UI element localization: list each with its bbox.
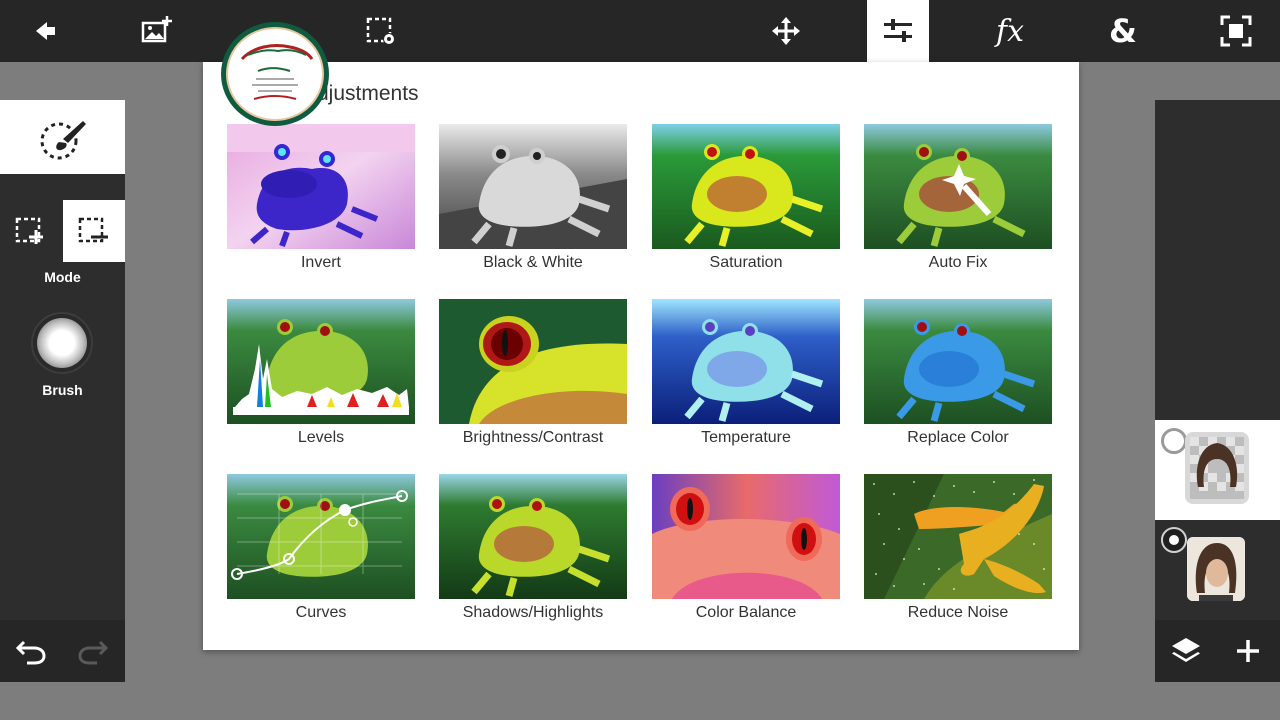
watermark-seal [221,22,329,126]
adjustments-dialog: Adjustments Invert Black & White Saturat… [203,62,1079,650]
adjustment-label: Color Balance [695,604,797,621]
history-controls [0,620,125,682]
adjustment-label: Invert [300,254,341,271]
shadows-highlights-thumbnail [439,474,627,599]
subtract-selection-mode-button[interactable] [63,200,125,262]
layer-1-radio[interactable] [1161,428,1187,454]
layer-1-thumbnail [1185,432,1249,504]
subtract-selection-icon [78,217,108,243]
adjustment-levels[interactable]: Levels [227,299,415,447]
adjustment-curves[interactable]: Curves [227,474,415,622]
adjustment-label: Saturation [709,254,783,271]
adjustment-brightness-contrast[interactable]: Brightness/Contrast [439,299,627,447]
temperature-thumbnail [652,299,840,424]
layers-button[interactable] [1155,620,1217,682]
adjustment-shadows-highlights[interactable]: Shadows/Highlights [439,474,627,622]
saturation-thumbnail [652,124,840,249]
effects-button[interactable]: fx [979,0,1041,62]
reduce-noise-thumbnail [864,474,1052,599]
adjustment-color-balance[interactable]: Color Balance [652,474,840,622]
brightness-contrast-thumbnail [439,299,627,424]
layers-icon [1172,638,1200,662]
ampersand-icon: & [1109,12,1137,50]
adjustment-label: Auto Fix [928,254,988,271]
add-selection-icon [15,217,43,244]
add-image-icon [141,16,172,43]
black-white-thumbnail [439,124,627,249]
adjustment-label: Reduce Noise [907,604,1009,621]
fit-screen-icon [1220,15,1252,47]
brush-size-button[interactable] [31,312,93,374]
adjustment-label: Black & White [483,254,583,271]
watermark-logo-icon [240,44,314,100]
blend-button[interactable]: & [1092,0,1154,62]
layer-2-item[interactable] [1155,525,1280,620]
mode-label: Mode [44,269,81,285]
selection-brush-icon [40,121,86,160]
adjustment-saturation[interactable]: Saturation [652,124,840,272]
adjustment-reduce-noise[interactable]: Reduce Noise [864,474,1052,622]
undo-icon [15,640,46,665]
left-tool-panel: Mode Brush [0,100,125,682]
adjustment-auto-fix[interactable]: Auto Fix [864,124,1052,272]
layers-controls [1155,620,1280,682]
replace-color-thumbnail [864,299,1052,424]
layers-panel [1155,100,1280,682]
brush-label: Brush [42,382,83,398]
selection-settings-icon [366,17,395,45]
layer-2-thumbnail [1187,537,1245,601]
move-icon [772,17,800,45]
auto-fix-thumbnail [864,124,1052,249]
adjustment-black-white[interactable]: Black & White [439,124,627,272]
adjustment-replace-color[interactable]: Replace Color [864,299,1052,447]
redo-icon [78,640,109,665]
redo-button[interactable] [62,620,124,682]
adjustment-temperature[interactable]: Temperature [652,299,840,447]
arrow-left-icon [36,22,55,40]
adjustment-label: Brightness/Contrast [462,429,604,446]
move-button[interactable] [755,0,817,62]
curves-thumbnail [227,474,415,599]
brush-preview-icon [37,318,87,368]
adjustment-label: Curves [295,604,347,621]
layer-2-radio[interactable] [1161,527,1187,553]
adjustment-label: Temperature [701,429,791,446]
adjustment-invert[interactable]: Invert [227,124,415,272]
adjustment-label: Levels [297,429,345,446]
top-toolbar: fx & [0,0,1280,62]
fx-icon: fx [995,13,1025,49]
add-layer-button[interactable] [1217,620,1279,682]
sliders-icon [884,19,912,42]
add-image-button[interactable] [125,0,187,62]
invert-thumbnail [227,124,415,249]
color-balance-thumbnail [652,474,840,599]
adjustment-label: Replace Color [907,429,1009,446]
layer-1-item[interactable] [1155,420,1280,520]
adjustment-label: Shadows/Highlights [462,604,604,621]
add-selection-mode-button[interactable] [0,200,62,262]
fit-screen-button[interactable] [1205,0,1267,62]
selection-brush-tool[interactable] [0,100,125,174]
plus-icon [1237,640,1259,662]
levels-thumbnail [227,299,415,424]
back-button[interactable] [13,0,75,62]
undo-button[interactable] [0,620,62,682]
adjustments-button[interactable] [867,0,929,62]
selection-settings-button[interactable] [350,0,412,62]
